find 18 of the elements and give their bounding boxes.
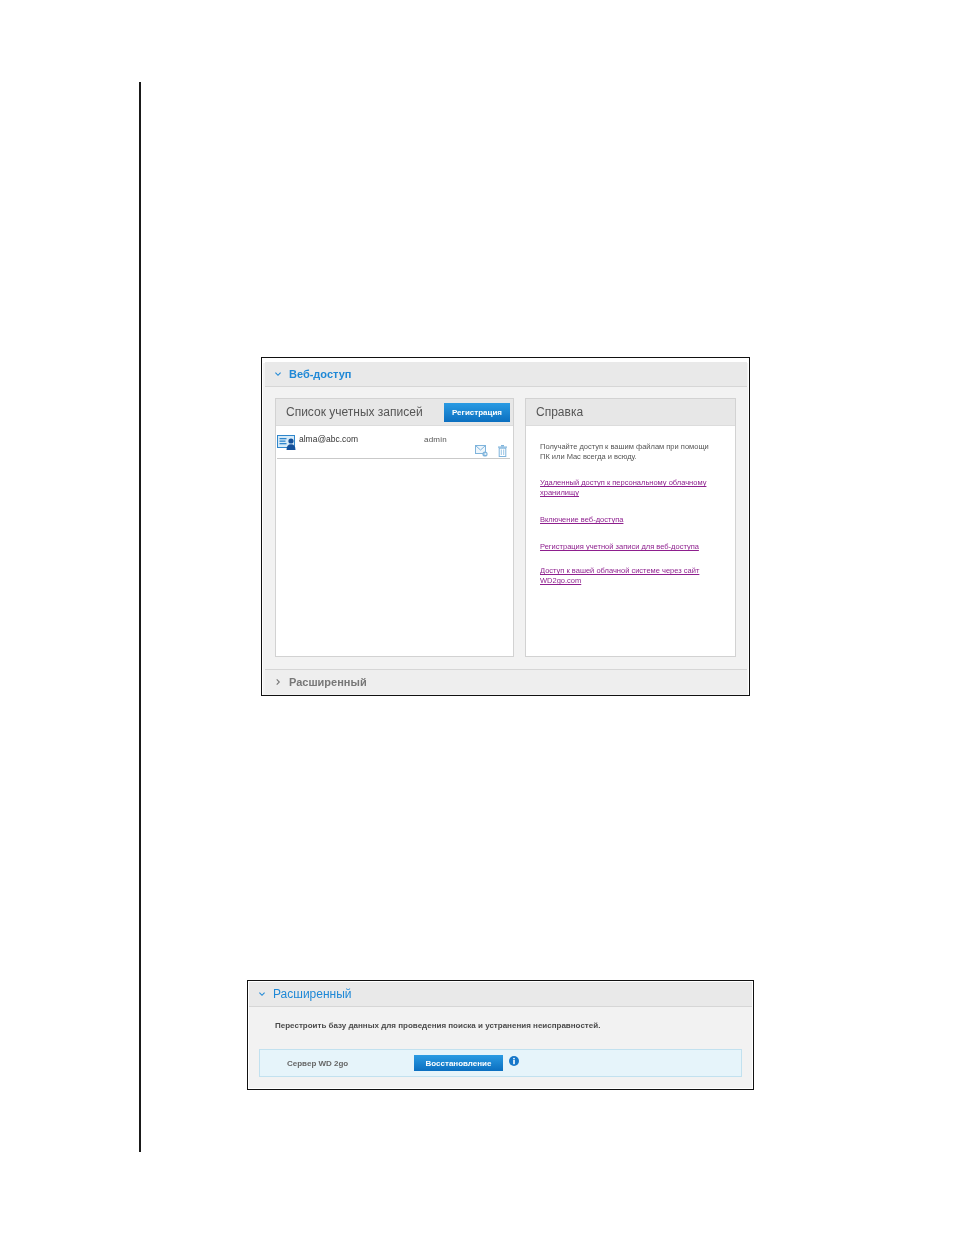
restore-button[interactable]: Восстановление [414,1055,503,1071]
info-icon[interactable] [509,1055,519,1066]
user-card-icon [277,434,296,451]
section-header[interactable]: Расширенный [265,669,747,694]
envelope-icon[interactable] [475,445,488,458]
section-header[interactable]: Расширенный [249,982,752,1007]
trash-icon[interactable] [498,445,507,458]
advanced-description: Перестроить базу данных для проведения поиска и устранения неисправностей. [275,1020,602,1031]
account-role: admin [424,434,448,446]
chevron-right-icon [275,679,281,686]
section-header[interactable]: Веб-доступ [265,362,747,388]
server-label: Сервер WD 2go [287,1058,350,1068]
chevron-down-icon [259,991,265,997]
account-email: alma@abc.com [299,434,360,446]
panel-title: Список учетных записей [286,405,423,420]
chevron-down-icon [275,371,281,378]
register-button[interactable]: Регистрация [444,403,510,422]
panel-title: Справка [536,405,584,420]
